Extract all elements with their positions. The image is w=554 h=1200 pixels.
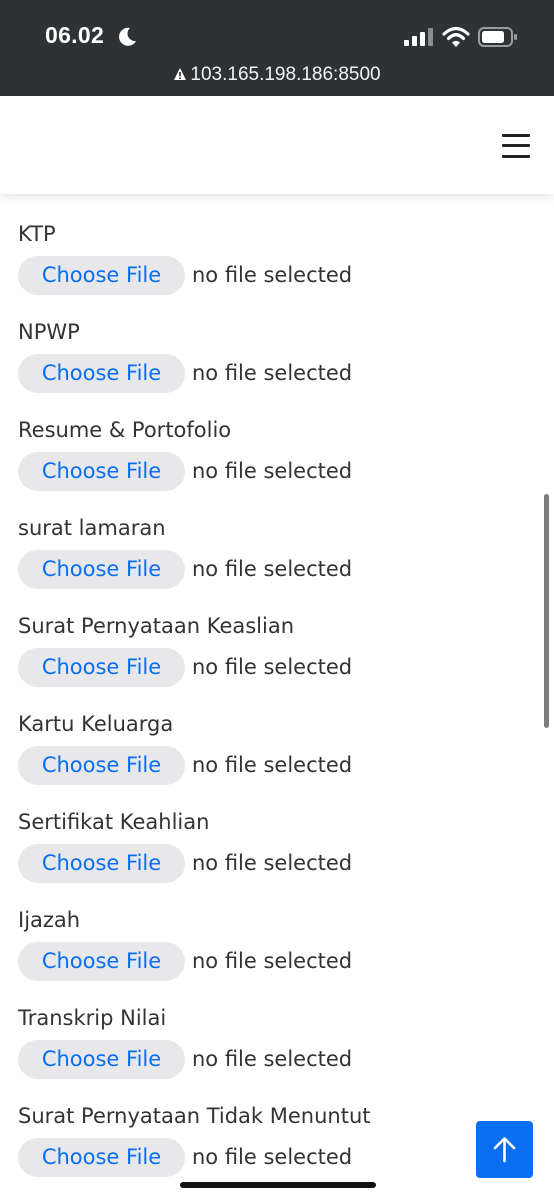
file-status-text: no file selected <box>192 1145 353 1169</box>
choose-file-button[interactable]: Choose File <box>18 1040 185 1079</box>
status-time: 06.02 <box>45 22 105 48</box>
choose-file-button[interactable]: Choose File <box>18 844 185 883</box>
file-field-group: surat lamaran Choose File no file selected <box>18 514 538 589</box>
moon-icon <box>119 27 136 46</box>
choose-file-button[interactable]: Choose File <box>18 256 185 295</box>
file-status-text: no file selected <box>192 557 353 581</box>
warning-icon <box>174 68 187 80</box>
file-field-label: surat lamaran <box>18 516 166 540</box>
file-field-group: Kartu Keluarga Choose File no file selecte… <box>18 710 538 785</box>
file-field-label: Resume & Portofolio <box>18 418 232 442</box>
file-status-text: no file selected <box>192 655 353 679</box>
choose-file-button[interactable]: Choose File <box>18 1138 185 1177</box>
navbar <box>0 96 554 194</box>
file-field-label: Transkrip Nilai <box>18 1006 167 1030</box>
file-field-group: Transkrip Nilai Choose File no file select… <box>18 1004 538 1079</box>
choose-file-button[interactable]: Choose File <box>18 746 185 785</box>
file-field-group: Surat Pernyataan Tidak Menuntut Choose Fi… <box>18 1102 538 1177</box>
wifi-icon <box>442 26 470 47</box>
file-status-text: no file selected <box>192 459 353 483</box>
file-field-group: NPWP Choose File no file selected <box>18 318 538 393</box>
file-status-text: no file selected <box>192 361 353 385</box>
file-status-text: no file selected <box>192 1047 353 1071</box>
file-status-text: no file selected <box>192 263 353 287</box>
choose-file-button[interactable]: Choose File <box>18 942 185 981</box>
file-status-text: no file selected <box>192 753 353 777</box>
file-field-label: Kartu Keluarga <box>18 712 174 736</box>
choose-file-button[interactable]: Choose File <box>18 452 185 491</box>
home-indicator <box>180 1182 376 1188</box>
hamburger-menu-icon[interactable] <box>497 132 537 160</box>
file-field-label: Surat Pernyataan Tidak Menuntut <box>18 1104 371 1128</box>
file-field-label: Sertifikat Keahlian <box>18 810 210 834</box>
battery-icon <box>478 27 517 47</box>
arrow-up-icon <box>493 1137 516 1163</box>
file-status-text: no file selected <box>192 851 353 875</box>
file-status-text: no file selected <box>192 949 353 973</box>
file-field-group: Surat Pernyataan Keaslian Choose File no f… <box>18 612 538 687</box>
file-field-group: Resume & Portofolio Choose File no file se… <box>18 416 538 491</box>
address-bar[interactable]: 103.165.198.186:8500 <box>0 64 554 86</box>
scrollbar[interactable] <box>544 494 549 728</box>
file-field-label: KTP <box>18 222 56 246</box>
file-field-group: Ijazah Choose File no file selected <box>18 906 538 981</box>
choose-file-button[interactable]: Choose File <box>18 648 185 687</box>
file-field-label: Surat Pernyataan Keaslian <box>18 614 295 638</box>
status-bar: 06.02 103.165.198.186:8500 <box>0 0 554 96</box>
signal-icon <box>404 28 433 46</box>
choose-file-button[interactable]: Choose File <box>18 354 185 393</box>
back-to-top-button[interactable] <box>476 1121 533 1178</box>
file-field-label: Ijazah <box>18 908 81 932</box>
url-text: 103.165.198.186:8500 <box>190 64 381 85</box>
file-field-group: KTP Choose File no file selected <box>18 220 538 295</box>
file-field-group: Sertifikat Keahlian Choose File no file se… <box>18 808 538 883</box>
choose-file-button[interactable]: Choose File <box>18 550 185 589</box>
file-field-label: NPWP <box>18 320 80 344</box>
